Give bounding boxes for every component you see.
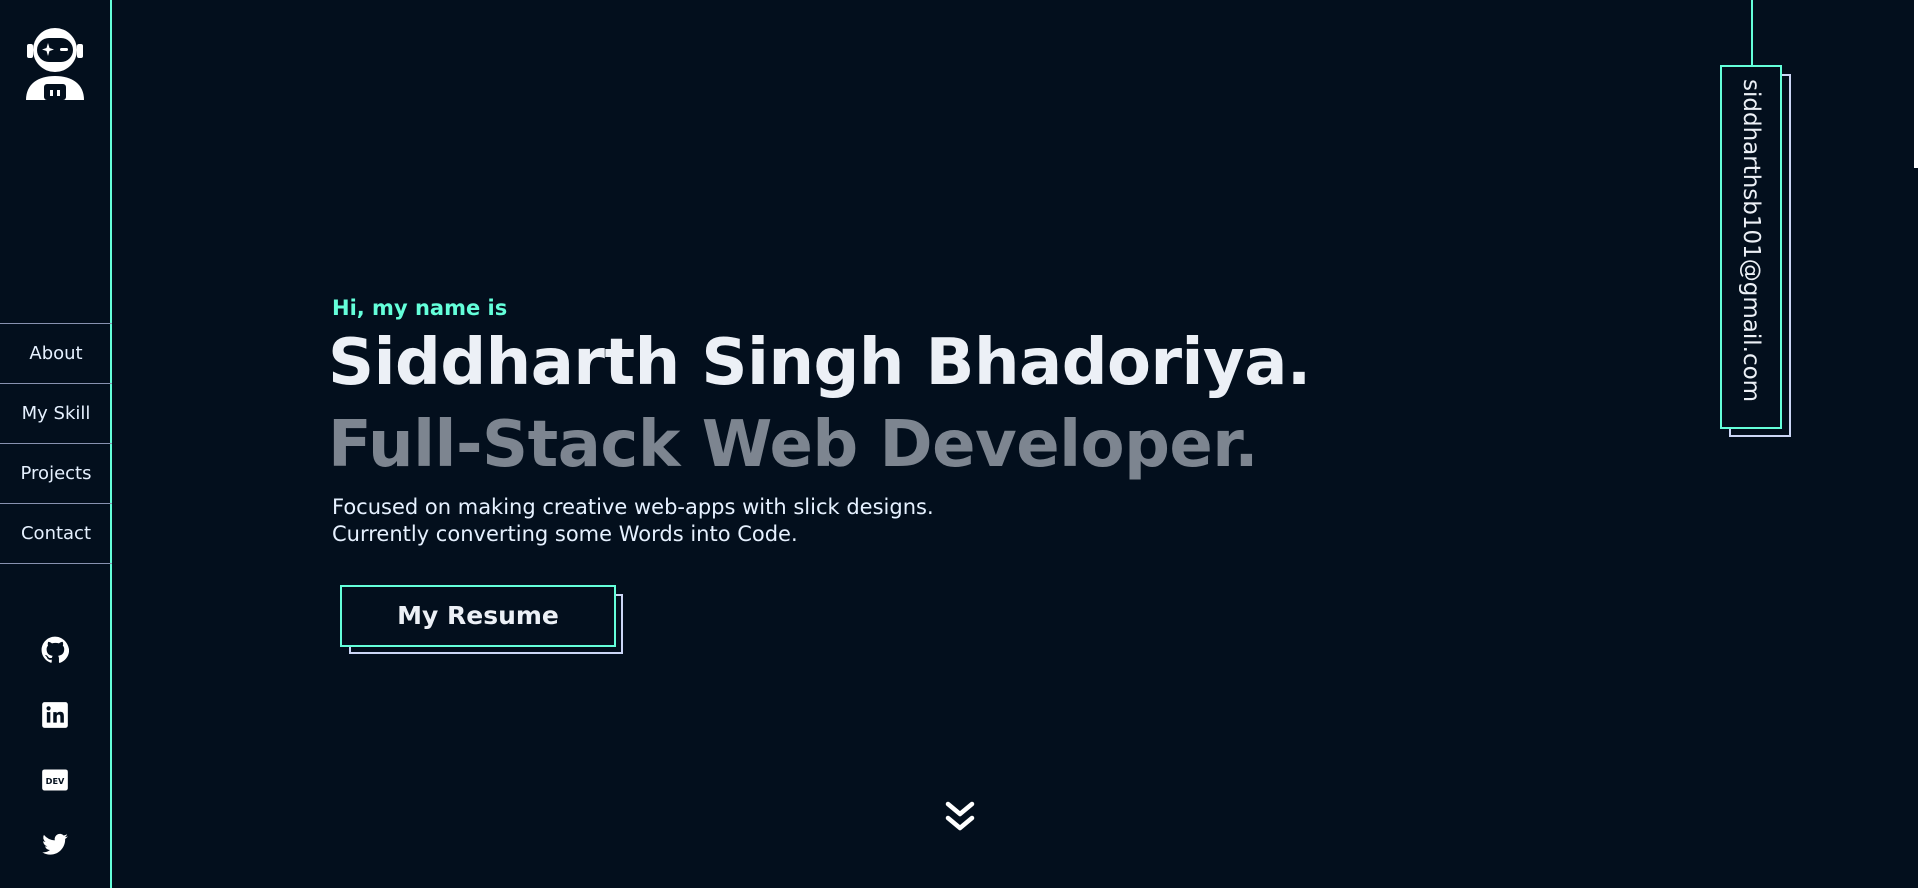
email-link[interactable]: siddharthsb101@gmail.com: [1720, 65, 1782, 429]
twitter-icon[interactable]: [41, 831, 69, 859]
astronaut-logo-icon[interactable]: [22, 26, 88, 100]
svg-text:DEV: DEV: [46, 776, 65, 786]
email-connector-line: [1751, 0, 1753, 66]
sidebar: About My Skill Projects Contact DEV: [0, 0, 112, 888]
double-chevron-down-icon[interactable]: [942, 800, 978, 836]
hero-name: Siddharth Singh Bhadoriya.: [328, 326, 1311, 400]
nav-item-contact[interactable]: Contact: [0, 503, 112, 564]
intro-text: Hi, my name is: [332, 296, 508, 320]
hero-role: Full-Stack Web Developer.: [328, 408, 1259, 482]
nav-item-projects[interactable]: Projects: [0, 443, 112, 503]
email-text: siddharthsb101@gmail.com: [1738, 79, 1764, 403]
description-line-1: Focused on making creative web-apps with…: [332, 495, 934, 519]
social-links: DEV: [0, 636, 110, 888]
linkedin-icon[interactable]: [41, 701, 69, 729]
resume-button[interactable]: My Resume: [340, 585, 616, 647]
hero-description: Focused on making creative web-apps with…: [332, 494, 934, 548]
sidebar-nav: About My Skill Projects Contact: [0, 323, 112, 564]
scrollbar-thumb[interactable]: [1914, 0, 1918, 168]
nav-item-my-skill[interactable]: My Skill: [0, 383, 112, 443]
dev-icon[interactable]: DEV: [41, 766, 69, 794]
resume-button-wrapper: My Resume: [340, 585, 623, 654]
description-line-2: Currently converting some Words into Cod…: [332, 522, 798, 546]
nav-item-about[interactable]: About: [0, 323, 112, 383]
github-icon[interactable]: [41, 636, 69, 664]
